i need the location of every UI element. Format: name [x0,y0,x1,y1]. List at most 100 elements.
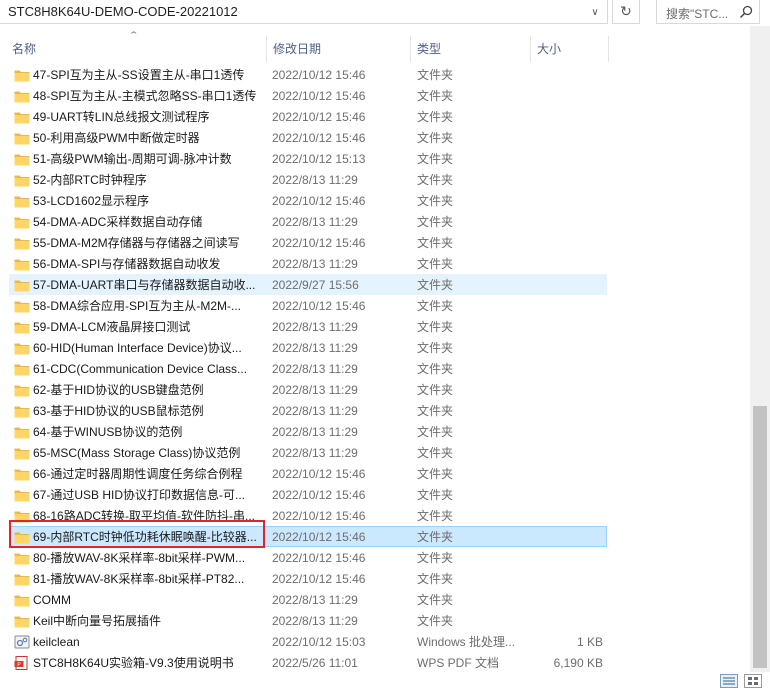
file-type: 文件夹 [417,530,454,544]
file-row[interactable]: Keil中断向量号拓展插件 2022/8/13 11:29 文件夹 [9,610,607,631]
file-row[interactable]: 47-SPI互为主从-SS设置主从-串口1透传 2022/10/12 15:46 文… [9,64,607,85]
column-header-name[interactable]: 名称 [12,40,36,62]
file-row[interactable]: 53-LCD1602显示程序 2022/10/12 15:46 文件夹 [9,190,607,211]
folder-icon [14,215,30,229]
folder-icon [14,173,30,187]
file-type: 文件夹 [417,425,454,439]
file-row[interactable]: 57-DMA-UART串口与存储器数据自动收... 2022/9/27 15:56… [9,274,607,295]
file-row[interactable]: 64-基于WINUSB协议的范例 2022/8/13 11:29 文件夹 [9,421,607,442]
file-row[interactable]: 55-DMA-M2M存储器与存储器之间读写 2022/10/12 15:46 文件夹 [9,232,607,253]
file-row[interactable]: COMM 2022/8/13 11:29 文件夹 [9,589,607,610]
file-type: 文件夹 [417,173,454,187]
file-date: 2022/9/27 15:56 [272,278,359,292]
file-row[interactable]: 51-高级PWM输出-周期可调-脉冲计数 2022/10/12 15:13 文件夹 [9,148,607,169]
file-type: 文件夹 [417,572,454,586]
column-header-date[interactable]: 修改日期 [273,40,321,62]
file-row[interactable]: 80-播放WAV-8K采样率-8bit采样-PWM... 2022/10/12 1… [9,547,607,568]
file-name: 55-DMA-M2M存储器与存储器之间读写 [33,236,240,250]
file-type: Windows 批处理... [417,635,516,649]
file-row[interactable]: keilclean 2022/10/12 15:03 Windows 批处理... 1… [9,631,607,652]
file-row[interactable]: 62-基于HID协议的USB键盘范例 2022/8/13 11:29 文件夹 [9,379,607,400]
large-icons-view-icon[interactable] [744,674,762,688]
file-type: 文件夹 [417,89,454,103]
file-row[interactable]: P STC8H8K64U实验箱-V9.3使用说明书 2022/5/26 11:01 W… [9,652,607,673]
file-name: 64-基于WINUSB协议的范例 [33,425,183,439]
file-name: Keil中断向量号拓展插件 [33,614,162,628]
file-row[interactable]: 60-HID(Human Interface Device)协议... 2022/… [9,337,607,358]
file-name: 53-LCD1602显示程序 [33,194,150,208]
address-bar[interactable]: STC8H8K64U-DEMO-CODE-20221012 ∨ [0,0,608,24]
folder-icon [14,89,30,103]
file-row[interactable]: 68-16路ADC转换-取平均值-软件防抖-串... 2022/10/12 15:… [9,505,607,526]
search-box[interactable]: 搜索"STC... [656,0,760,24]
file-date: 2022/8/13 11:29 [272,593,358,607]
file-type: 文件夹 [417,467,454,481]
chevron-down-icon[interactable]: ∨ [582,0,608,24]
file-type: 文件夹 [417,488,454,502]
file-date: 2022/10/12 15:46 [272,509,366,523]
file-row[interactable]: 50-利用高级PWM中断做定时器 2022/10/12 15:46 文件夹 [9,127,607,148]
file-row[interactable]: 61-CDC(Communication Device Class... 2022… [9,358,607,379]
file-name: 52-内部RTC时钟程序 [33,173,147,187]
file-date: 2022/8/13 11:29 [272,614,358,628]
file-name: 47-SPI互为主从-SS设置主从-串口1透传 [33,68,245,82]
column-header-type[interactable]: 类型 [417,40,441,62]
file-date: 2022/5/26 11:01 [272,656,358,670]
file-type: 文件夹 [417,215,454,229]
file-row[interactable]: 65-MSC(Mass Storage Class)协议范例 2022/8/13 … [9,442,607,463]
folder-icon [14,404,30,418]
file-name: 54-DMA-ADC采样数据自动存储 [33,215,203,229]
file-date: 2022/10/12 15:46 [272,530,366,544]
file-type: 文件夹 [417,509,454,523]
file-row[interactable]: 63-基于HID协议的USB鼠标范例 2022/8/13 11:29 文件夹 [9,400,607,421]
pdf-file-icon: P [14,656,30,670]
file-name: 50-利用高级PWM中断做定时器 [33,131,200,145]
address-path[interactable]: STC8H8K64U-DEMO-CODE-20221012 [8,4,238,19]
file-type: 文件夹 [417,278,454,292]
vertical-scrollbar[interactable] [750,26,770,672]
file-row[interactable]: 49-UART转LIN总线报文测试程序 2022/10/12 15:46 文件夹 [9,106,607,127]
column-divider[interactable] [530,36,531,62]
folder-icon [14,593,30,607]
file-name: keilclean [33,635,80,649]
file-date: 2022/8/13 11:29 [272,215,358,229]
file-name: 51-高级PWM输出-周期可调-脉冲计数 [33,152,232,166]
file-type: 文件夹 [417,446,454,460]
file-date: 2022/10/12 15:03 [272,635,366,649]
column-divider[interactable] [410,36,411,62]
file-row[interactable]: 54-DMA-ADC采样数据自动存储 2022/8/13 11:29 文件夹 [9,211,607,232]
file-type: 文件夹 [417,131,454,145]
folder-icon [14,110,30,124]
file-row[interactable]: 59-DMA-LCM液晶屏接口测试 2022/8/13 11:29 文件夹 [9,316,607,337]
column-divider[interactable] [266,36,267,62]
folder-icon [14,446,30,460]
search-input[interactable]: 搜索"STC... [666,5,728,22]
file-row[interactable]: 66-通过定时器周期性调度任务综合例程 2022/10/12 15:46 文件夹 [9,463,607,484]
scrollbar-thumb[interactable] [753,406,767,668]
refresh-icon[interactable]: ↻ [612,0,640,24]
file-type: 文件夹 [417,152,454,166]
file-row[interactable]: 81-播放WAV-8K采样率-8bit采样-PT82... 2022/10/12 … [9,568,607,589]
column-divider[interactable] [608,36,609,62]
file-row[interactable]: 48-SPI互为主从-主模式忽略SS-串口1透传 2022/10/12 15:46… [9,85,607,106]
folder-icon [14,509,30,523]
file-type: 文件夹 [417,236,454,250]
folder-icon [14,362,30,376]
column-header-size[interactable]: 大小 [537,40,561,62]
file-row[interactable]: 52-内部RTC时钟程序 2022/8/13 11:29 文件夹 [9,169,607,190]
file-name: 59-DMA-LCM液晶屏接口测试 [33,320,191,334]
file-name: 58-DMA综合应用-SPI互为主从-M2M-... [33,299,242,313]
details-view-icon[interactable] [720,674,738,688]
file-name: 62-基于HID协议的USB键盘范例 [33,383,204,397]
file-name: 69-内部RTC时钟低功耗休眠唤醒-比较器... [33,530,257,544]
file-row[interactable]: 58-DMA综合应用-SPI互为主从-M2M-... 2022/10/12 15:… [9,295,607,316]
folder-icon [14,488,30,502]
file-row[interactable]: 56-DMA-SPI与存储器数据自动收发 2022/8/13 11:29 文件夹 [9,253,607,274]
file-type: 文件夹 [417,614,454,628]
file-row[interactable]: 67-通过USB HID协议打印数据信息-可... 2022/10/12 15:4… [9,484,607,505]
search-icon[interactable] [739,5,753,19]
file-row[interactable]: 69-内部RTC时钟低功耗休眠唤醒-比较器... 2022/10/12 15:46… [9,526,607,547]
file-date: 2022/10/12 15:46 [272,488,366,502]
file-date: 2022/8/13 11:29 [272,404,358,418]
folder-icon [14,530,30,544]
